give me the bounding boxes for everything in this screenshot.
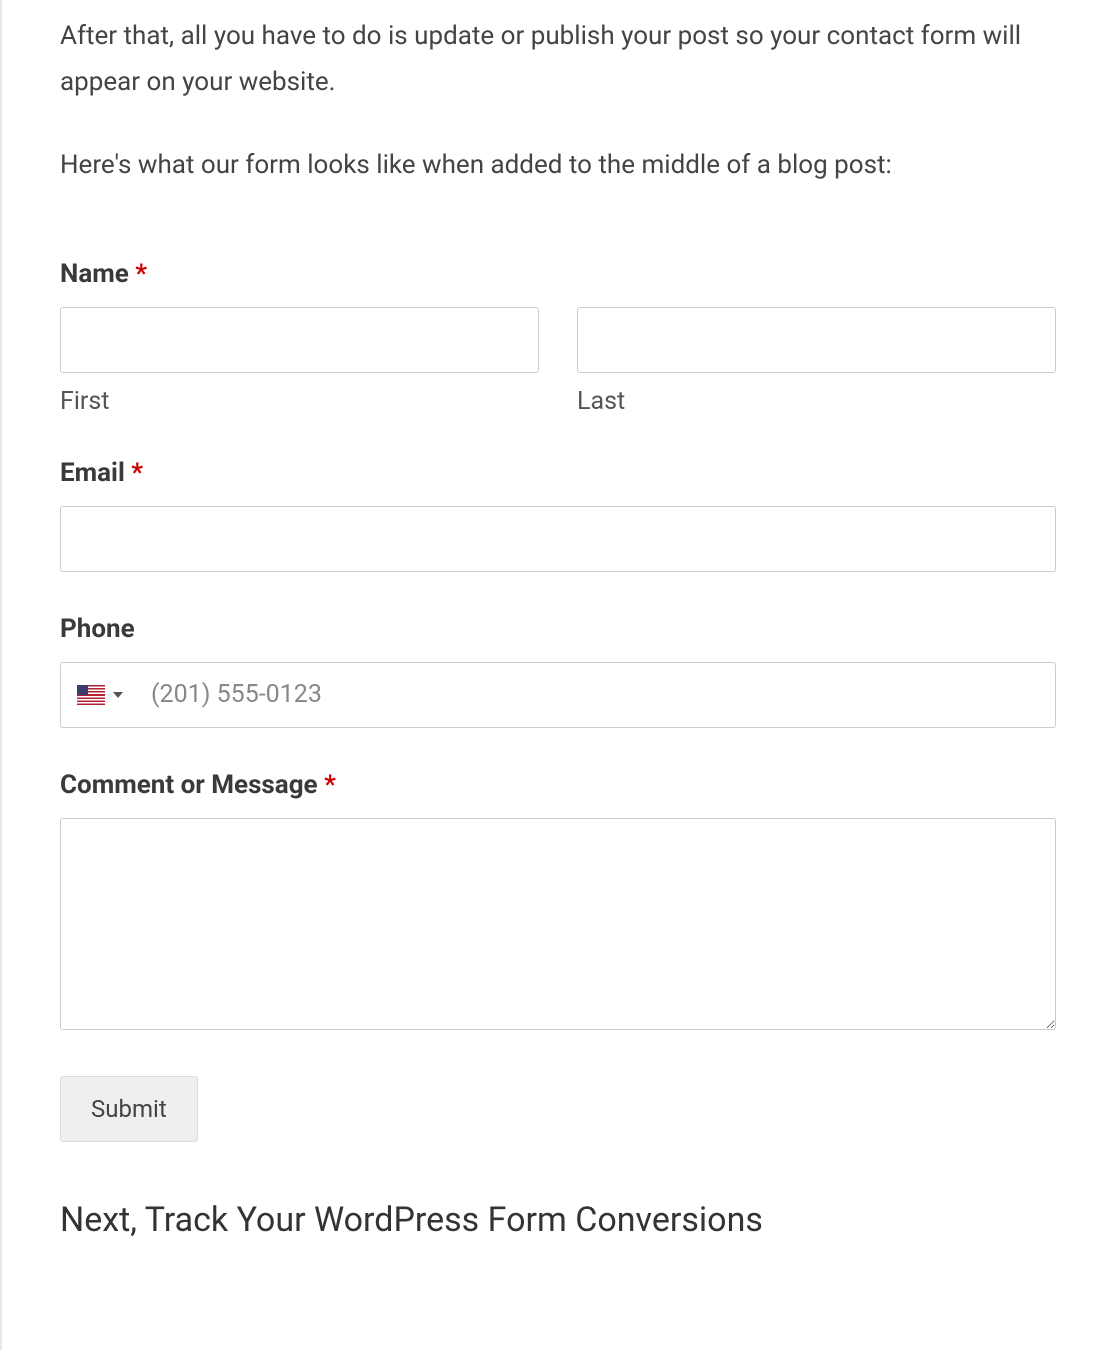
- name-row: First Last: [60, 307, 1056, 416]
- us-flag-icon: [77, 685, 105, 705]
- name-label: Name *: [60, 259, 1056, 289]
- chevron-down-icon: [113, 692, 123, 698]
- phone-label: Phone: [60, 614, 1056, 644]
- country-code-selector[interactable]: [61, 663, 135, 727]
- phone-label-text: Phone: [60, 614, 135, 644]
- email-input[interactable]: [60, 506, 1056, 572]
- phone-input-wrapper: [60, 662, 1056, 728]
- email-field-group: Email *: [60, 458, 1056, 572]
- last-name-input[interactable]: [577, 307, 1056, 373]
- first-name-column: First: [60, 307, 539, 416]
- last-name-column: Last: [577, 307, 1056, 416]
- phone-input[interactable]: [135, 663, 1055, 727]
- submit-button[interactable]: Submit: [60, 1076, 198, 1142]
- next-section-heading: Next, Track Your WordPress Form Conversi…: [60, 1200, 1056, 1240]
- comment-field-group: Comment or Message *: [60, 770, 1056, 1034]
- email-label: Email *: [60, 458, 1056, 488]
- phone-field-group: Phone: [60, 614, 1056, 728]
- comment-label-text: Comment or Message: [60, 770, 318, 800]
- required-asterisk: *: [324, 770, 336, 800]
- last-name-sublabel: Last: [577, 387, 1056, 416]
- first-name-sublabel: First: [60, 387, 539, 416]
- comment-label: Comment or Message *: [60, 770, 1056, 800]
- email-label-text: Email: [60, 458, 125, 488]
- name-field-group: Name * First Last: [60, 259, 1056, 416]
- comment-textarea[interactable]: [60, 818, 1056, 1030]
- intro-paragraph-1: After that, all you have to do is update…: [60, 14, 1056, 105]
- required-asterisk: *: [131, 458, 143, 488]
- first-name-input[interactable]: [60, 307, 539, 373]
- required-asterisk: *: [135, 259, 147, 289]
- name-label-text: Name: [60, 259, 129, 289]
- intro-paragraph-2: Here's what our form looks like when add…: [60, 143, 1056, 189]
